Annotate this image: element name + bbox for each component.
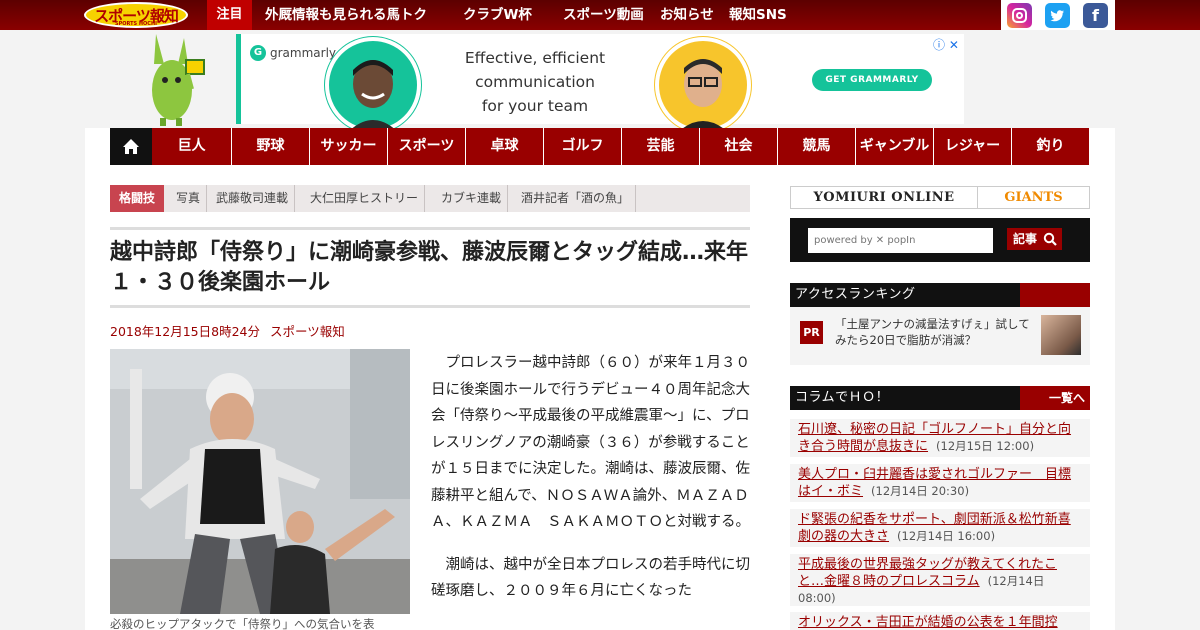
nav-item-leisure[interactable]: レジャー	[933, 128, 1011, 165]
subnav-item-sakai[interactable]: 酒井記者「酒の魚」	[515, 185, 637, 212]
column-item: 美人プロ・臼井麗香は愛されゴルファー 目標はイ・ボミ (12月14日 20:30)	[790, 464, 1090, 502]
column-item: 平成最後の世界最強タッグが教えてくれたこと…金曜８時のプロレスコラム (12月14…	[790, 554, 1090, 606]
nav-item-giants[interactable]: 巨人	[152, 128, 231, 165]
article-body: プロレスラー越中詩郎（６０）が来年１月３０日に後楽園ホールで行うデビュー４０周年…	[431, 350, 750, 621]
topnav-item-club-world-cup[interactable]: クラブW杯	[463, 0, 532, 30]
photo-caption: 必殺のヒップアタックで「侍祭り」への気合いを表	[110, 617, 375, 630]
subnav-item-photos[interactable]: 写真	[170, 185, 208, 212]
search-icon	[1043, 232, 1057, 246]
sub-nav: 格闘技 写真 武藤敬司連載 大仁田厚ヒストリー カブキ連載 酒井記者「酒の魚」	[110, 185, 750, 212]
nav-item-soccer[interactable]: サッカー	[309, 128, 387, 165]
ad-copy: Effective, efficient communication for y…	[464, 49, 606, 115]
ad-person-photo-left	[324, 36, 422, 134]
ranking-item-text[interactable]: 「土屋アンナの減量法すげぇ」試してみたら20日で脂肪が消滅？	[835, 316, 1035, 348]
nav-item-fishing[interactable]: 釣り	[1011, 128, 1089, 165]
subnav-item-kabuki[interactable]: カブキ連載	[435, 185, 509, 212]
nav-item-entertainment[interactable]: 芸能	[621, 128, 699, 165]
article-title: 越中詩郎「侍祭り」に潮崎豪参戦、藤波辰爾とタッグ結成…来年１・３０後楽園ホール	[110, 240, 749, 295]
ad-accent-bar	[236, 34, 241, 124]
home-icon[interactable]	[110, 128, 152, 165]
nav-item-baseball[interactable]: 野球	[231, 128, 309, 165]
subnav-item-onita[interactable]: 大仁田厚ヒストリー	[304, 185, 426, 212]
pr-badge: PR	[800, 321, 823, 344]
instagram-icon[interactable]	[1007, 3, 1032, 28]
yomiuri-banner: YOMIURI ONLINE GIANTS	[790, 186, 1090, 209]
topnav-item-sports-video[interactable]: スポーツ動画	[563, 0, 644, 30]
subnav-item-muto[interactable]: 武藤敬司連載	[210, 185, 296, 212]
column-date: (12月14日 16:00)	[897, 529, 996, 543]
sns-links: f	[1001, 0, 1115, 30]
topnav-item-sns[interactable]: 報知SNS	[729, 0, 787, 30]
ad-cta-button[interactable]: GET GRAMMARLY	[812, 69, 932, 91]
advertisement-banner[interactable]: G grammarly Effective, efficient communi…	[236, 34, 964, 134]
ranking-header: アクセスランキング	[790, 283, 1090, 307]
article-meta: 2018年12月15日8時24分 スポーツ報知	[110, 321, 345, 340]
column-item: オリックス・吉田正が結婚の公表を１年間控	[790, 612, 1090, 630]
ranking-title: アクセスランキング	[795, 287, 916, 302]
search-box: 記事	[790, 218, 1090, 262]
column-more-link[interactable]: 一覧へ	[1049, 386, 1085, 410]
nav-item-sports[interactable]: スポーツ	[387, 128, 465, 165]
giants-link[interactable]: GIANTS	[977, 187, 1089, 208]
twitter-icon[interactable]	[1045, 3, 1070, 28]
article-date: 2018年12月15日8時24分	[110, 324, 260, 339]
column-link[interactable]: オリックス・吉田正が結婚の公表を１年間控	[798, 615, 1058, 630]
column-header: コラムでＨＯ！ 一覧へ	[790, 386, 1090, 410]
search-input[interactable]	[808, 228, 993, 253]
column-item: ド緊張の紀香をサポート、劇団新派＆松竹新喜劇の器の大きさ (12月14日 16:0…	[790, 509, 1090, 547]
grammarly-icon: G	[250, 45, 266, 61]
article-source[interactable]: スポーツ報知	[270, 324, 345, 339]
subnav-item-active[interactable]: 格闘技	[110, 185, 164, 212]
nav-item-golf[interactable]: ゴルフ	[543, 128, 621, 165]
title-rule-top	[110, 227, 750, 230]
mascot-character	[152, 34, 205, 126]
title-rule-bottom	[110, 305, 750, 308]
nav-item-horse-racing[interactable]: 競馬	[777, 128, 855, 165]
column-item: 石川遼、秘密の日記「ゴルフノート」自分と向き合う時間が息抜きに (12月15日 1…	[790, 419, 1090, 457]
top-bar: スポーツ報知 SPORTS HOCHI 注目 外厩情報も見られる馬トク クラブW…	[0, 0, 1200, 30]
article-paragraph: 潮崎は、越中が全日本プロレスの若手時代に切磋琢磨し、２００９年６月に亡くなった	[431, 556, 750, 600]
ad-info-icon[interactable]: ⓘ ✕	[933, 36, 963, 52]
yomiuri-online-link[interactable]: YOMIURI ONLINE	[791, 187, 977, 208]
article-photo[interactable]	[110, 349, 410, 614]
column-title: コラムでＨＯ！	[795, 390, 890, 405]
hot-label: 注目	[207, 0, 252, 30]
topnav-item-news[interactable]: お知らせ	[660, 0, 714, 30]
ranking-item[interactable]: PR 「土屋アンナの減量法すげぇ」試してみたら20日で脂肪が消滅？	[790, 307, 1090, 365]
ad-person-photo-right	[654, 36, 752, 134]
ad-brand: grammarly	[270, 46, 337, 60]
nav-item-society[interactable]: 社会	[699, 128, 777, 165]
column-date: (12月15日 12:00)	[936, 439, 1035, 453]
column-date: (12月14日 20:30)	[871, 484, 970, 498]
topnav-item-umatoku[interactable]: 外厩情報も見られる馬トク	[265, 0, 427, 30]
main-nav: 巨人 野球 サッカー スポーツ 卓球 ゴルフ 芸能 社会 競馬 ギャンブル レジ…	[110, 128, 1089, 165]
ranking-thumbnail[interactable]	[1041, 315, 1081, 355]
facebook-icon[interactable]: f	[1083, 3, 1108, 28]
site-logo[interactable]: スポーツ報知 SPORTS HOCHI	[84, 2, 188, 28]
nav-item-table-tennis[interactable]: 卓球	[465, 128, 543, 165]
nav-item-gamble[interactable]: ギャンブル	[855, 128, 933, 165]
article-paragraph: プロレスラー越中詩郎（６０）が来年１月３０日に後楽園ホールで行うデビュー４０周年…	[431, 355, 750, 530]
search-button[interactable]: 記事	[1007, 228, 1062, 250]
